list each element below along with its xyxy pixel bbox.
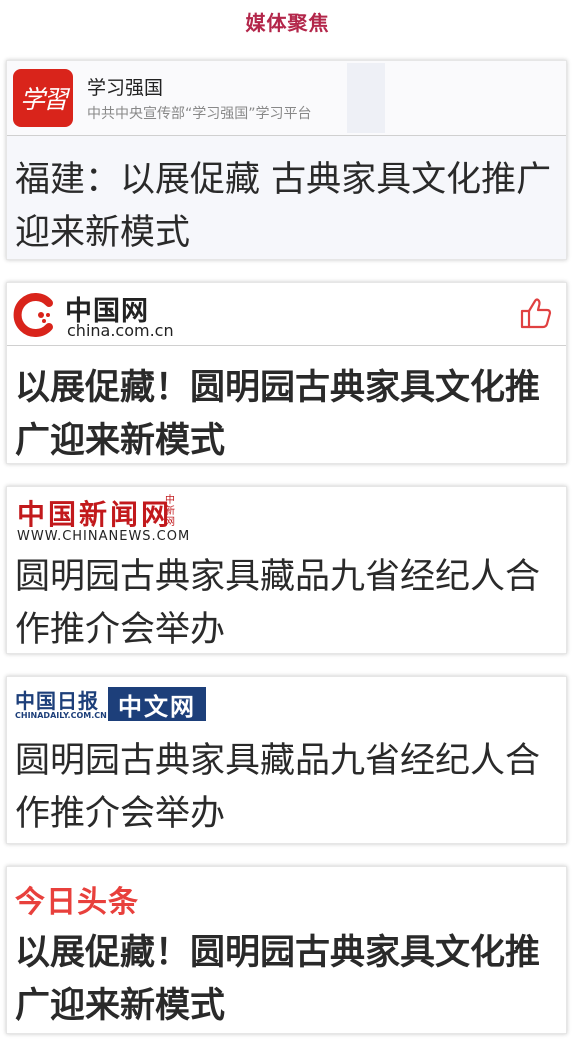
news-card-chinanews[interactable]: 中国新闻网 中新网 WWW.CHINANEWS.COM 圆明园古典家具藏品九省经… xyxy=(6,486,567,654)
card-source-header: 中国日报 CHINADAILY.COM.CN 中文网 xyxy=(7,677,566,731)
news-card-chinadaily[interactable]: 中国日报 CHINADAILY.COM.CN 中文网 圆明园古典家具藏品九省经纪… xyxy=(6,676,567,844)
card-source-header: 中国网 china.com.cn xyxy=(7,283,566,346)
news-headline[interactable]: 以展促藏！圆明园古典家具文化推广迎来新模式 xyxy=(7,923,566,1033)
source-domain: china.com.cn xyxy=(67,321,174,340)
news-headline[interactable]: 圆明园古典家具藏品九省经纪人合作推介会举办 xyxy=(7,549,566,657)
source-subtitle: 中共中央宣传部“学习强国”学习平台 xyxy=(87,106,312,122)
card-source-header: 学習 学习强国 中共中央宣传部“学习强国”学习平台 xyxy=(7,61,566,136)
thumbs-up-icon[interactable] xyxy=(518,295,554,331)
news-card-toutiao[interactable]: 今日头条 以展促藏！圆明园古典家具文化推广迎来新模式 xyxy=(6,866,567,1034)
source-name: 今日头条 xyxy=(15,885,139,920)
news-headline[interactable]: 福建：以展促藏 古典家具文化推广迎来新模式 xyxy=(7,136,566,260)
card-source-header: 今日头条 xyxy=(7,867,566,923)
source-url: WWW.CHINANEWS.COM xyxy=(17,529,191,544)
source-url: CHINADAILY.COM.CN xyxy=(15,711,107,720)
source-name: 中国日报 xyxy=(15,689,99,713)
news-card-china-com-cn[interactable]: 中国网 china.com.cn 以展促藏！圆明园古典家具文化推广迎来新模式 xyxy=(6,282,567,464)
source-name: 中国新闻网 xyxy=(17,498,173,531)
header-decoration xyxy=(347,63,385,133)
china-com-cn-logo-icon xyxy=(13,293,53,337)
news-headline[interactable]: 圆明园古典家具藏品九省经纪人合作推介会举办 xyxy=(7,731,566,841)
news-card-xuexi[interactable]: 学習 学习强国 中共中央宣传部“学习强国”学习平台 福建：以展促藏 古典家具文化… xyxy=(6,60,567,260)
news-headline[interactable]: 以展促藏！圆明园古典家具文化推广迎来新模式 xyxy=(7,346,566,468)
source-vertical-label: 中新网 xyxy=(165,495,175,528)
source-badge: 中文网 xyxy=(108,687,206,721)
page-title: 媒体聚焦 xyxy=(245,11,330,35)
card-source-header: 中国新闻网 中新网 WWW.CHINANEWS.COM xyxy=(7,487,566,549)
source-name: 学习强国 xyxy=(87,77,164,99)
xuexi-logo-icon: 学習 xyxy=(13,69,73,127)
